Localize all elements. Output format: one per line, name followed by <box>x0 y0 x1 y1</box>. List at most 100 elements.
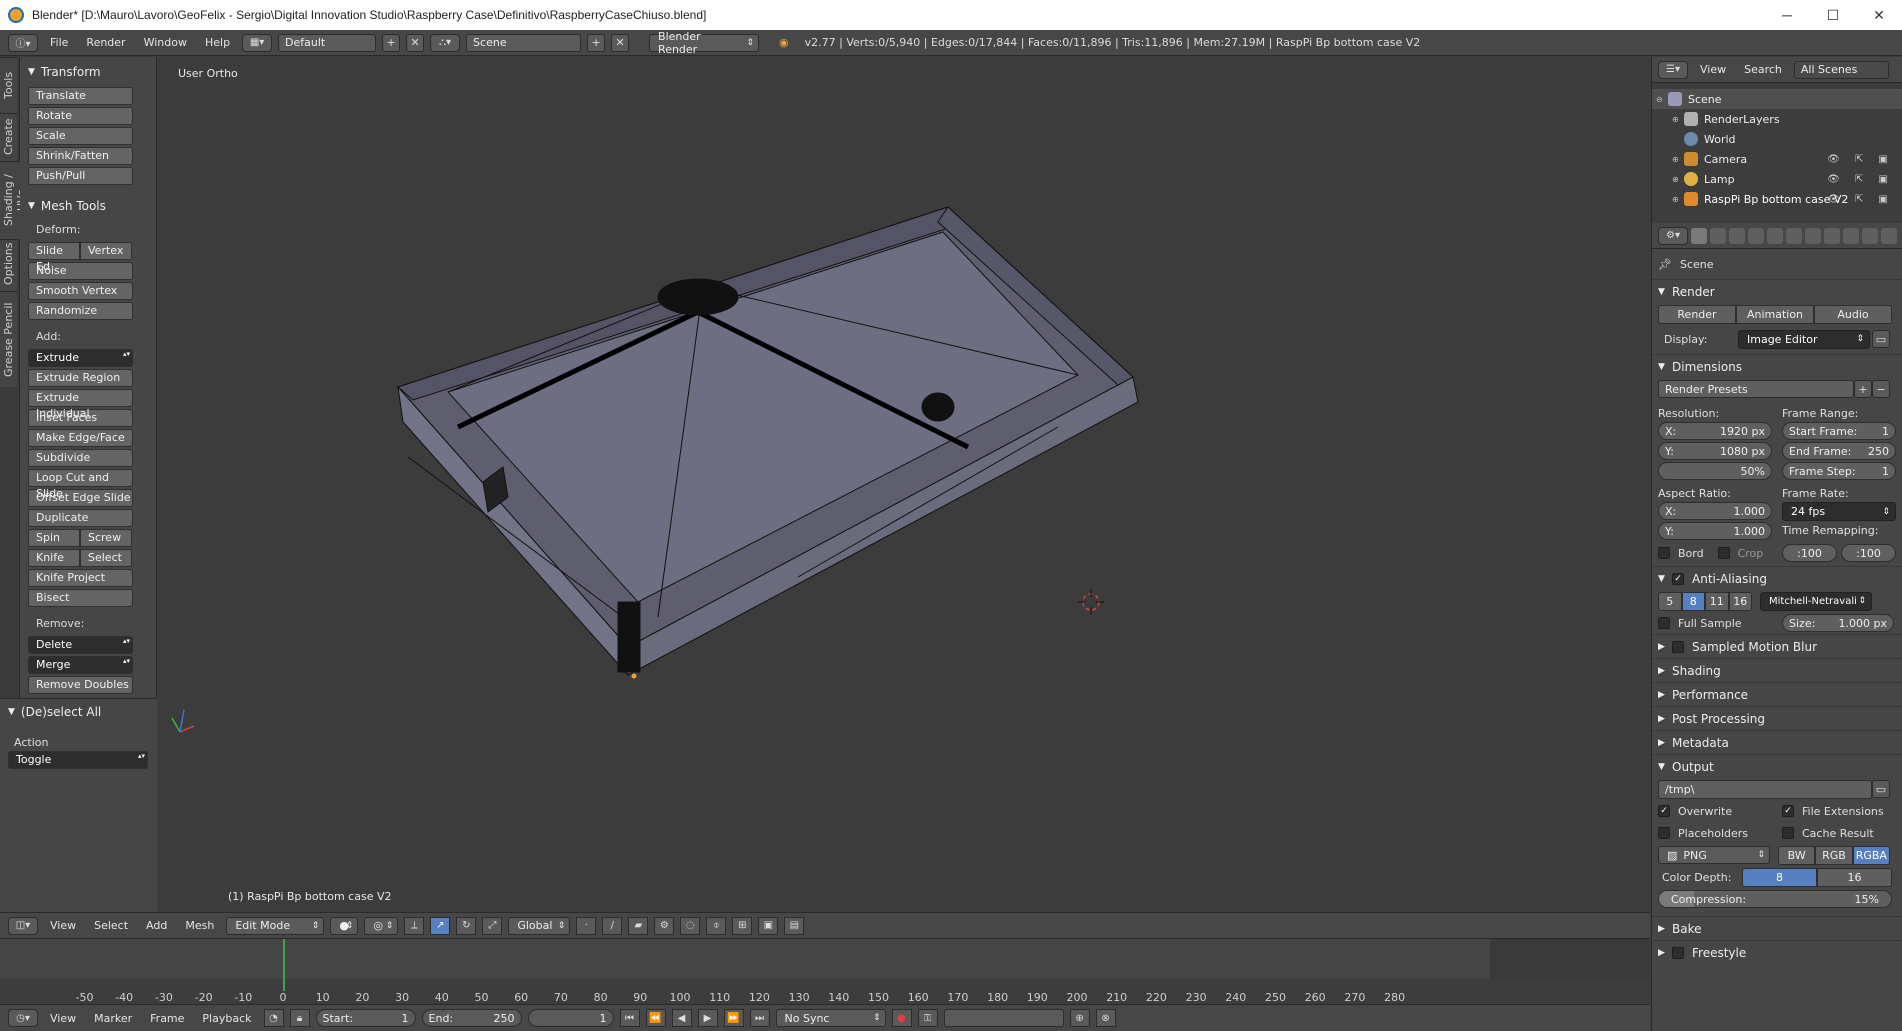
antialiasing-checkbox[interactable]: ✓ <box>1672 572 1684 585</box>
aa-samples-5[interactable]: 5 <box>1658 591 1682 611</box>
scene-icon[interactable]: ⛬▾ <box>430 33 461 52</box>
output-panel-header[interactable]: ▼ Output <box>1652 754 1902 778</box>
motion-blur-checkbox[interactable] <box>1672 640 1684 653</box>
occlude-geometry-icon[interactable]: ⚙ <box>654 916 675 935</box>
render-layers-context-icon[interactable] <box>1710 227 1726 244</box>
resolution-x-field[interactable]: X: 1920 px <box>1658 422 1772 440</box>
mesh-object[interactable] <box>397 206 1139 677</box>
face-select-icon[interactable]: ▰ <box>628 916 649 935</box>
timeline-track[interactable] <box>0 939 1490 979</box>
expand-icon[interactable]: ⊕ <box>1672 115 1684 124</box>
timeline-editor-type-icon[interactable]: ◷▾ <box>8 1009 38 1027</box>
outliner-display-mode-select[interactable]: All Scenes <box>1793 60 1889 79</box>
slide-vertex-button[interactable]: Vertex <box>80 242 132 260</box>
aa-filter-size-field[interactable]: Size: 1.000 px <box>1782 614 1894 632</box>
menu-file[interactable]: File <box>44 36 74 49</box>
data-context-icon[interactable] <box>1824 227 1840 244</box>
timeline-menu-marker[interactable]: Marker <box>88 1012 138 1025</box>
end-frame-property[interactable]: End Frame: 250 <box>1782 442 1896 460</box>
visibility-toggles-icon[interactable]: 👁︎ ⇱ ▣ <box>1827 154 1894 165</box>
timeline-menu-playback[interactable]: Playback <box>196 1012 257 1025</box>
overwrite-checkbox[interactable]: ✓ <box>1658 805 1670 817</box>
shading-panel-header[interactable]: ▶ Shading <box>1652 658 1902 682</box>
operator-panel-header[interactable]: ▼ (De)select All <box>8 705 149 719</box>
constraints-context-icon[interactable] <box>1786 227 1802 244</box>
bake-panel-header[interactable]: ▶ Bake <box>1652 916 1902 940</box>
outliner-editor-type-icon[interactable]: ☰▾ <box>1658 60 1688 79</box>
antialiasing-panel-header[interactable]: ▼ ✓ Anti-Aliasing <box>1652 566 1902 590</box>
edge-select-icon[interactable]: / <box>602 916 623 935</box>
placeholders-checkbox[interactable] <box>1658 827 1670 839</box>
aa-filter-select[interactable]: Mitchell-Netravali <box>1760 591 1872 611</box>
menu-help[interactable]: Help <box>199 36 236 49</box>
rotate-button[interactable]: Rotate <box>28 107 133 125</box>
menu-add[interactable]: Add <box>140 919 173 932</box>
aspect-x-field[interactable]: X: 1.000 <box>1658 502 1772 520</box>
aa-samples-11[interactable]: 11 <box>1705 591 1729 611</box>
record-icon[interactable]: ● <box>891 1009 912 1027</box>
scene-field[interactable]: Scene <box>466 33 582 52</box>
keying-set-icon[interactable]: ⚿ <box>917 1009 938 1027</box>
shrink-fatten-button[interactable]: Shrink/Fatten <box>28 147 133 165</box>
render-view-icon[interactable]: ▭ <box>1872 330 1890 348</box>
timeline-menu-frame[interactable]: Frame <box>144 1012 190 1025</box>
lock-frame-icon[interactable]: 🔒︎ <box>289 1009 310 1027</box>
pin-icon[interactable]: 📌︎ <box>1658 258 1672 271</box>
3d-editor-type-icon[interactable]: ◫▾ <box>8 916 38 935</box>
preview-range-icon[interactable]: ◔ <box>263 1009 284 1027</box>
expand-icon[interactable]: ⊖ <box>1656 95 1668 104</box>
slide-edge-button[interactable]: Slide Ed <box>28 242 80 273</box>
motion-blur-panel-header[interactable]: ▶ Sampled Motion Blur <box>1652 634 1902 658</box>
orientation-select[interactable]: Global <box>508 916 571 935</box>
texture-context-icon[interactable] <box>1862 227 1878 244</box>
expand-icon[interactable]: ⊕ <box>1672 195 1684 204</box>
vertex-select-icon[interactable]: · <box>576 916 597 935</box>
minimize-button[interactable]: ─ <box>1764 0 1810 30</box>
post-processing-panel-header[interactable]: ▶ Post Processing <box>1652 706 1902 730</box>
menu-window[interactable]: Window <box>138 36 193 49</box>
opengl-render-icon[interactable]: ▣ <box>758 916 779 935</box>
snap-toggle-icon[interactable]: ⌽ <box>706 916 727 935</box>
start-frame-property[interactable]: Start Frame: 1 <box>1782 422 1896 440</box>
properties-editor-type-icon[interactable]: ⚙▾ <box>1658 226 1688 245</box>
modifiers-context-icon[interactable] <box>1805 227 1821 244</box>
delete-keyframe-icon[interactable]: ⊗ <box>1095 1009 1116 1027</box>
expand-icon[interactable]: ⊕ <box>1672 155 1684 164</box>
scale-manipulator-icon[interactable]: ⤢ <box>482 916 503 935</box>
remove-preset-icon[interactable]: − <box>1872 380 1890 398</box>
inset-faces-button[interactable]: Inset Faces <box>28 409 133 427</box>
visibility-toggles-icon[interactable]: 👁︎ ⇱ ▣ <box>1827 194 1894 205</box>
tab-create[interactable]: Create <box>0 113 17 161</box>
freestyle-checkbox[interactable] <box>1672 946 1684 959</box>
mode-select[interactable]: Edit Mode <box>226 916 325 935</box>
play-icon[interactable]: ▶ <box>697 1009 718 1027</box>
dimensions-panel-header[interactable]: ▼ Dimensions <box>1652 354 1902 378</box>
tab-tools[interactable]: Tools <box>0 57 17 113</box>
insert-keyframe-icon[interactable]: ⊕ <box>1069 1009 1090 1027</box>
duplicate-button[interactable]: Duplicate <box>28 509 133 527</box>
add-scene-icon[interactable]: + <box>587 33 606 52</box>
render-still-button[interactable]: Render <box>1658 305 1736 324</box>
outliner-row-lamp[interactable]: ⊕ Lamp 👁︎ ⇱ ▣ <box>1652 169 1902 189</box>
screw-button[interactable]: Screw <box>80 529 132 547</box>
object-context-icon[interactable] <box>1767 227 1783 244</box>
extrude-dropdown[interactable]: Extrude <box>28 349 133 367</box>
timeline-menu-view[interactable]: View <box>44 1012 82 1025</box>
screen-layout-field[interactable]: Default <box>278 33 377 52</box>
knife-select-button[interactable]: Select <box>80 549 132 567</box>
playhead[interactable] <box>283 939 285 991</box>
smooth-vertex-button[interactable]: Smooth Vertex <box>28 282 133 300</box>
start-frame-field[interactable]: Start: 1 <box>315 1009 416 1027</box>
menu-mesh[interactable]: Mesh <box>179 919 220 932</box>
timeline[interactable]: -50 -40 -30 -20 -10 0 10 20 30 40 50 60 70 80 90 100 110… <box>0 938 1650 1004</box>
close-button[interactable]: ✕ <box>1856 0 1902 30</box>
push-pull-button[interactable]: Push/Pull <box>28 167 133 185</box>
frame-rate-select[interactable]: 24 fps <box>1782 502 1896 521</box>
proportional-edit-icon[interactable]: ◌ <box>680 916 701 935</box>
subdivide-button[interactable]: Subdivide <box>28 449 133 467</box>
play-reverse-icon[interactable]: ◀ <box>671 1009 692 1027</box>
freestyle-panel-header[interactable]: ▶ Freestyle <box>1652 940 1902 964</box>
extrude-individual-button[interactable]: Extrude Individual <box>28 389 133 420</box>
display-select[interactable]: Image Editor <box>1738 329 1870 349</box>
remove-doubles-button[interactable]: Remove Doubles <box>28 676 133 694</box>
